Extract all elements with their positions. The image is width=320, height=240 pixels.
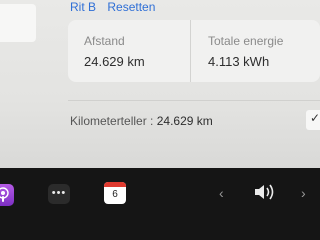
stats-divider [190,20,191,82]
taskbar: ••• 6 ‹ › [0,168,320,240]
energy-stat: Totale energie 4.113 kWh [208,34,283,69]
tab-trip-b[interactable]: Rit B [70,0,96,14]
energy-value: 4.113 kWh [208,54,270,69]
energy-label: Totale energie [208,34,284,48]
section-divider [68,100,320,101]
volume-icon[interactable] [252,180,278,209]
chevron-right-icon[interactable]: › [301,185,306,201]
odometer-row: Kilometerteller : 24.629 km [70,114,213,128]
left-panel[interactable] [0,4,36,42]
distance-label: Afstand [84,34,125,48]
odometer-label: Kilometerteller : [70,114,154,128]
podcasts-icon[interactable] [0,184,14,206]
calendar-button[interactable]: 6 [104,182,126,204]
reset-button[interactable]: Resetten [107,0,155,14]
chevron-left-icon[interactable]: ‹ [219,185,224,201]
odometer-value: 24.629 km [156,114,213,128]
distance-value: 24.629 km [84,54,145,69]
calendar-day: 6 [112,189,118,200]
more-button[interactable]: ••• [48,184,70,204]
more-icon: ••• [51,187,67,199]
trip-tabs: Rit B Resetten [70,0,163,14]
odometer-checkbox[interactable]: ✓ [306,110,320,130]
check-icon: ✓ [310,111,320,125]
trip-screen: Rit B Resetten Afstand 24.629 km Totale … [0,0,320,168]
distance-stat: Afstand 24.629 km [84,34,145,69]
trip-stats-card: Afstand 24.629 km Totale energie 4.113 k… [68,20,320,82]
